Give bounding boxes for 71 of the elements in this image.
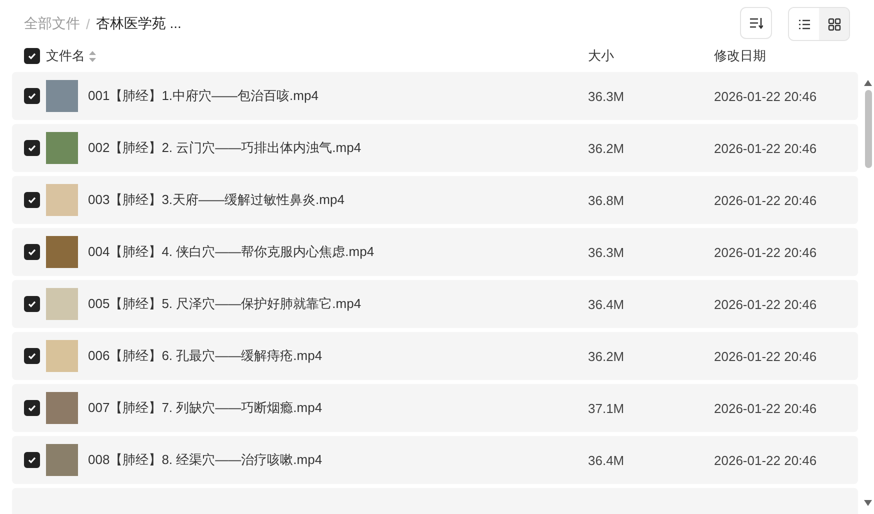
file-size: 36.2M bbox=[588, 140, 626, 156]
modified-date: 2026-01-22 20:46 bbox=[714, 296, 818, 312]
checkmark-icon bbox=[27, 143, 37, 153]
file-name: 004【肺经】4. 侠白穴——帮你克服内心焦虑.mp4 bbox=[88, 243, 376, 261]
photo-placeholder bbox=[46, 288, 78, 320]
scroll-down-icon[interactable] bbox=[864, 500, 872, 506]
file-row[interactable]: 003【肺经】3.天府——缓解过敏性鼻炎.mp4 36.8M 2026-01-22 20:46 bbox=[12, 176, 858, 224]
file-size: 36.3M bbox=[588, 244, 626, 260]
checkmark-icon bbox=[27, 299, 37, 309]
photo-placeholder bbox=[46, 340, 78, 372]
photo-placeholder bbox=[46, 236, 78, 268]
column-header[interactable]: 修改日期 bbox=[714, 47, 846, 65]
list-icon bbox=[798, 18, 810, 30]
checkmark-icon bbox=[27, 351, 37, 361]
file-name: 008【肺经】8. 经渠穴——治疗咳嗽.mp4 bbox=[88, 451, 324, 469]
column-header[interactable]: 大小 bbox=[588, 47, 714, 65]
checkmark-icon bbox=[27, 195, 37, 205]
file-size: 36.4M bbox=[588, 452, 626, 468]
file-name: 005【肺经】5. 尺泽穴——保护好肺就靠它.mp4 bbox=[88, 295, 362, 313]
file-size: 36.3M bbox=[588, 88, 626, 104]
modified-date: 2026-01-22 20:46 bbox=[714, 244, 818, 260]
checkmark-icon bbox=[27, 247, 37, 257]
file-name: 003【肺经】3.天府——缓解过敏性鼻炎.mp4 bbox=[88, 191, 346, 209]
modified-date: 2026-01-22 20:46 bbox=[714, 452, 818, 468]
photo-placeholder bbox=[46, 444, 78, 476]
checkmark-icon bbox=[27, 51, 37, 61]
checkmark-icon bbox=[27, 403, 37, 413]
scrollbar-thumb[interactable] bbox=[864, 90, 872, 168]
scroll-up-icon[interactable] bbox=[864, 80, 872, 86]
file-name: 002【肺经】2. 云门穴——巧排出体内浊气.mp4 bbox=[88, 139, 362, 157]
grid-icon bbox=[828, 18, 840, 30]
file-row[interactable]: 002【肺经】2. 云门穴——巧排出体内浊气.mp4 36.2M 2026-01-22 20:46 bbox=[12, 124, 858, 172]
sort-button[interactable] bbox=[740, 7, 772, 39]
file-size: 36.2M bbox=[588, 348, 626, 364]
sort-order-icon bbox=[749, 17, 763, 29]
row-checkbox[interactable] bbox=[24, 452, 40, 468]
file-row[interactable]: 005【肺经】5. 尺泽穴——保护好肺就靠它.mp4 36.4M 2026-01-22 20:46 bbox=[12, 280, 858, 328]
grid-view-button[interactable] bbox=[819, 8, 849, 40]
row-checkbox[interactable] bbox=[24, 244, 40, 260]
row-checkbox[interactable] bbox=[24, 348, 40, 364]
modified-date: 2026-01-22 20:46 bbox=[714, 400, 818, 416]
file-row[interactable]: 008【肺经】8. 经渠穴——治疗咳嗽.mp4 36.4M 2026-01-22 20:46 bbox=[12, 436, 858, 484]
photo-placeholder bbox=[46, 80, 78, 112]
select-all-checkbox[interactable] bbox=[24, 48, 40, 64]
photo-placeholder bbox=[46, 132, 78, 164]
modified-date: 2026-01-22 20:46 bbox=[714, 140, 818, 156]
row-checkbox[interactable] bbox=[24, 296, 40, 312]
row-checkbox[interactable] bbox=[24, 192, 40, 208]
checkmark-icon bbox=[27, 455, 37, 465]
current-folder: 杏林医学苑 ... bbox=[96, 15, 182, 33]
breadcrumb-separator: / bbox=[86, 16, 90, 32]
file-name: 007【肺经】7. 列缺穴——巧断烟瘾.mp4 bbox=[88, 399, 324, 417]
row-checkbox[interactable] bbox=[24, 400, 40, 416]
file-size: 36.8M bbox=[588, 192, 626, 208]
column-header[interactable]: 文件名 bbox=[46, 47, 85, 65]
file-name: 006【肺经】6. 孔最穴——缓解痔疮.mp4 bbox=[88, 347, 324, 365]
row-checkbox[interactable] bbox=[24, 140, 40, 156]
file-row[interactable]: 007【肺经】7. 列缺穴——巧断烟瘾.mp4 37.1M 2026-01-22 20:46 bbox=[12, 384, 858, 432]
file-row[interactable]: 006【肺经】6. 孔最穴——缓解痔疮.mp4 36.2M 2026-01-22 20:46 bbox=[12, 332, 858, 380]
checkmark-icon bbox=[27, 91, 37, 101]
modified-date: 2026-01-22 20:46 bbox=[714, 348, 818, 364]
photo-placeholder bbox=[46, 184, 78, 216]
modified-date: 2026-01-22 20:46 bbox=[714, 88, 818, 104]
file-row[interactable]: 004【肺经】4. 侠白穴——帮你克服内心焦虑.mp4 36.3M 2026-01-22 20:46 bbox=[12, 228, 858, 276]
file-row[interactable]: 001【肺经】1.中府穴——包治百咳.mp4 36.3M 2026-01-22 20:46 bbox=[12, 72, 858, 120]
file-name: 001【肺经】1.中府穴——包治百咳.mp4 bbox=[88, 87, 320, 105]
file-size: 36.4M bbox=[588, 296, 626, 312]
file-size: 37.1M bbox=[588, 400, 626, 416]
modified-date: 2026-01-22 20:46 bbox=[714, 192, 818, 208]
row-checkbox[interactable] bbox=[24, 88, 40, 104]
photo-placeholder bbox=[46, 392, 78, 424]
